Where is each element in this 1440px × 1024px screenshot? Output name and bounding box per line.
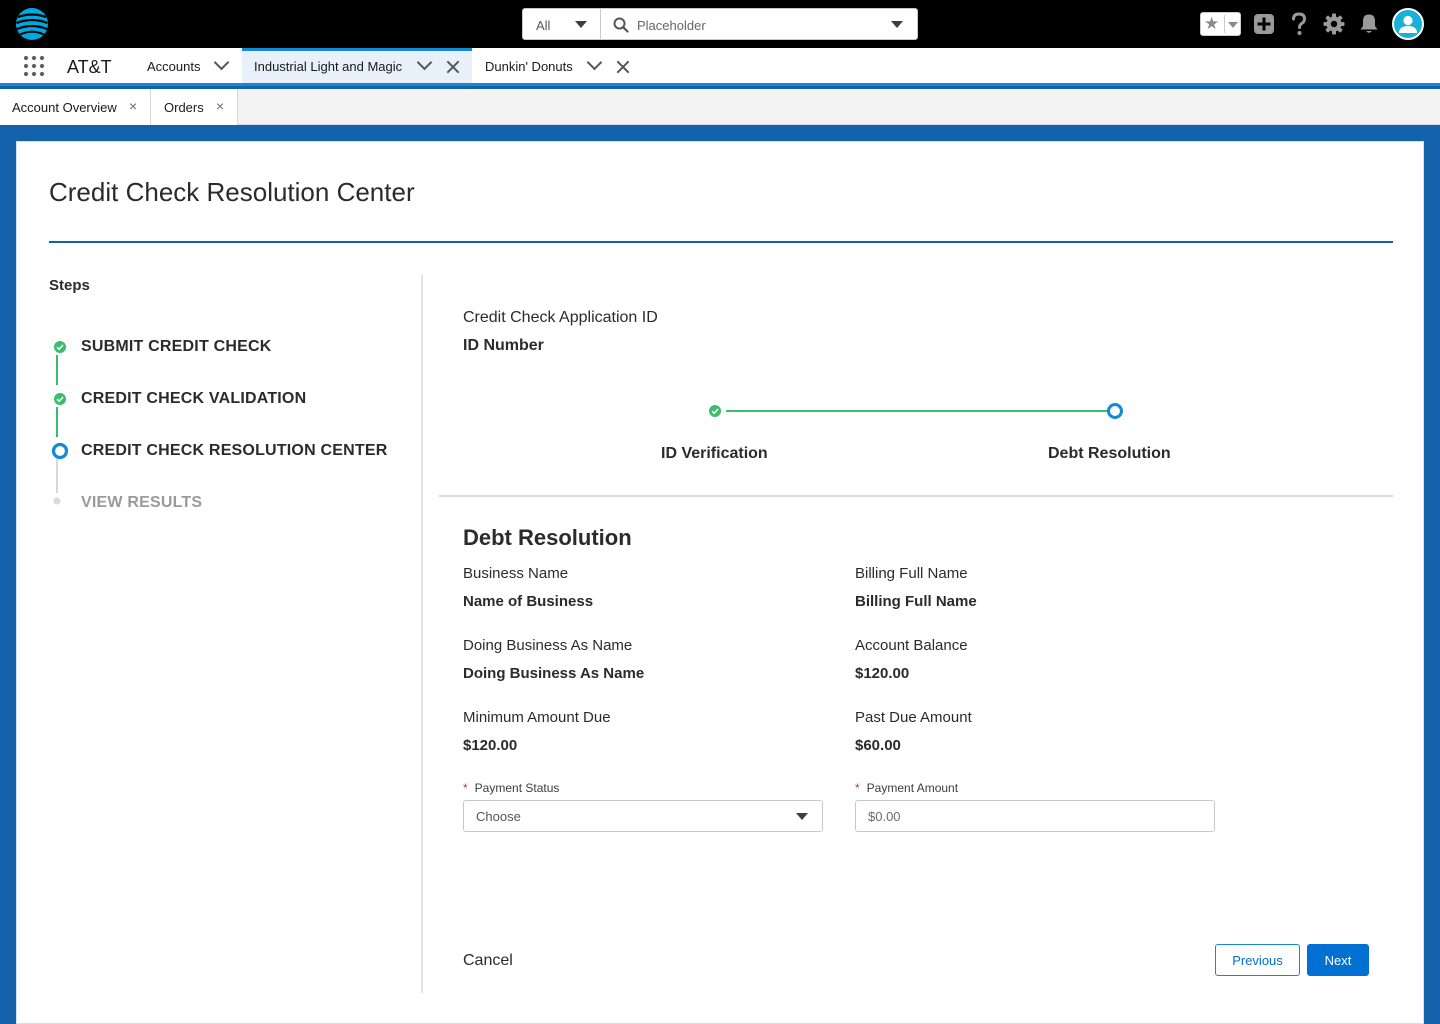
app-launcher-icon[interactable]: [24, 56, 44, 76]
help-button[interactable]: [1286, 0, 1312, 48]
payment-status-label: * Payment Status: [463, 781, 559, 795]
chevron-down-icon: [1228, 22, 1238, 28]
title-divider: [49, 241, 1393, 243]
section-divider: [439, 495, 1393, 497]
star-icon: ★: [1204, 14, 1220, 33]
success-check-icon[interactable]: [708, 404, 722, 418]
subtab-orders[interactable]: Orders ×: [151, 89, 238, 125]
chevron-down-icon[interactable]: [213, 54, 230, 71]
minimum-amount-due-value: $120.00: [463, 737, 518, 754]
payment-status-label-text: Payment Status: [474, 781, 560, 795]
cancel-button[interactable]: Cancel: [463, 952, 513, 970]
dba-name-label: Doing Business As Name: [463, 637, 633, 654]
required-marker: *: [855, 781, 860, 795]
notifications-button[interactable]: [1356, 0, 1382, 48]
step-label: CREDIT CHECK VALIDATION: [81, 390, 307, 407]
global-search: All: [522, 8, 918, 40]
steps-heading: Steps: [49, 277, 90, 294]
business-name-label: Business Name: [463, 565, 569, 582]
tab-industrial-light-and-magic-label: Industrial Light and Magic: [254, 59, 403, 74]
help-icon: [1292, 12, 1307, 35]
path-progress-line: [726, 410, 1108, 412]
close-icon[interactable]: [446, 60, 460, 74]
path-stage-debt-resolution[interactable]: Debt Resolution: [1048, 445, 1171, 463]
application-id-value: ID Number: [463, 337, 544, 354]
success-check-icon: [54, 341, 66, 353]
close-icon[interactable]: ×: [216, 98, 224, 114]
search-dropdown-icon[interactable]: [891, 21, 903, 28]
chevron-down-icon[interactable]: [416, 54, 433, 71]
past-due-amount-label: Past Due Amount: [855, 709, 972, 726]
workspace-subtabs: Account Overview × Orders ×: [0, 89, 1440, 125]
chevron-down-icon[interactable]: [586, 54, 603, 71]
account-balance-value: $120.00: [855, 665, 910, 682]
previous-button[interactable]: Previous: [1215, 944, 1300, 976]
current-step-icon: [51, 442, 69, 460]
favorites-button[interactable]: ★: [1200, 12, 1241, 36]
close-icon[interactable]: ×: [129, 98, 137, 114]
path-stage-id-verification[interactable]: ID Verification: [661, 445, 768, 463]
subtab-account-overview[interactable]: Account Overview ×: [0, 89, 151, 125]
page-title: Credit Check Resolution Center: [49, 177, 415, 207]
payment-amount-input[interactable]: [855, 800, 1215, 832]
minimum-amount-due-label: Minimum Amount Due: [463, 709, 611, 726]
bell-icon: [1360, 14, 1378, 33]
success-check-icon: [54, 393, 66, 405]
user-avatar-icon: [1399, 15, 1417, 33]
tab-dunkin-donuts-label: Dunkin' Donuts: [485, 59, 573, 74]
current-stage-icon[interactable]: [1107, 403, 1123, 419]
next-button[interactable]: Next: [1307, 944, 1369, 976]
search-input[interactable]: [637, 15, 877, 35]
required-marker: *: [463, 781, 468, 795]
payment-status-selected: Choose: [476, 809, 521, 824]
payment-amount-label: * Payment Amount: [855, 781, 958, 795]
pending-step-icon: [53, 497, 61, 505]
payment-status-select[interactable]: Choose: [463, 800, 823, 832]
application-id-label: Credit Check Application ID: [463, 309, 658, 326]
step-connector: [56, 355, 58, 385]
step-connector: [56, 407, 58, 437]
setup-button[interactable]: [1321, 0, 1347, 48]
past-due-amount-value: $60.00: [855, 737, 901, 754]
credit-check-card: Credit Check Resolution Center Steps SUB…: [16, 141, 1424, 1024]
global-actions-button[interactable]: [1251, 0, 1277, 48]
billing-full-name-value: Billing Full Name: [855, 593, 977, 610]
step-label: SUBMIT CREDIT CHECK: [81, 338, 272, 355]
business-name-value: Name of Business: [463, 593, 594, 610]
user-avatar[interactable]: [1392, 8, 1424, 40]
global-header: All ★: [0, 0, 1440, 48]
step-label: VIEW RESULTS: [81, 494, 203, 511]
gear-icon: [1323, 13, 1345, 35]
subtab-account-overview-label: Account Overview: [12, 100, 117, 115]
chevron-down-icon: [796, 813, 808, 820]
dba-name-value: Doing Business As Name: [463, 665, 645, 682]
search-scope-select[interactable]: All: [523, 9, 601, 39]
search-scope-label: All: [536, 18, 551, 33]
app-name: AT&T: [67, 57, 112, 77]
search-field: [601, 9, 917, 39]
tab-accounts[interactable]: Accounts: [134, 48, 242, 83]
tab-industrial-light-and-magic[interactable]: Industrial Light and Magic: [242, 48, 472, 83]
steps-divider: [421, 275, 423, 993]
step-connector: [56, 459, 58, 493]
account-balance-label: Account Balance: [855, 637, 968, 654]
app-tabs-bar: AT&T Accounts Industrial Light and Magic…: [0, 48, 1440, 86]
chevron-down-icon: [575, 21, 587, 28]
tab-dunkin-donuts[interactable]: Dunkin' Donuts: [472, 48, 642, 83]
subtab-orders-label: Orders: [164, 100, 204, 115]
att-logo-icon[interactable]: [15, 7, 49, 41]
plus-icon: [1254, 14, 1274, 34]
billing-full-name-label: Billing Full Name: [855, 565, 968, 582]
close-icon[interactable]: [616, 60, 630, 74]
section-title: Debt Resolution: [463, 525, 632, 550]
payment-amount-label-text: Payment Amount: [866, 781, 959, 795]
favorites-divider: [1224, 15, 1225, 33]
tab-accounts-label: Accounts: [147, 59, 201, 74]
step-label: CREDIT CHECK RESOLUTION CENTER: [81, 442, 388, 459]
search-icon: [613, 17, 629, 33]
